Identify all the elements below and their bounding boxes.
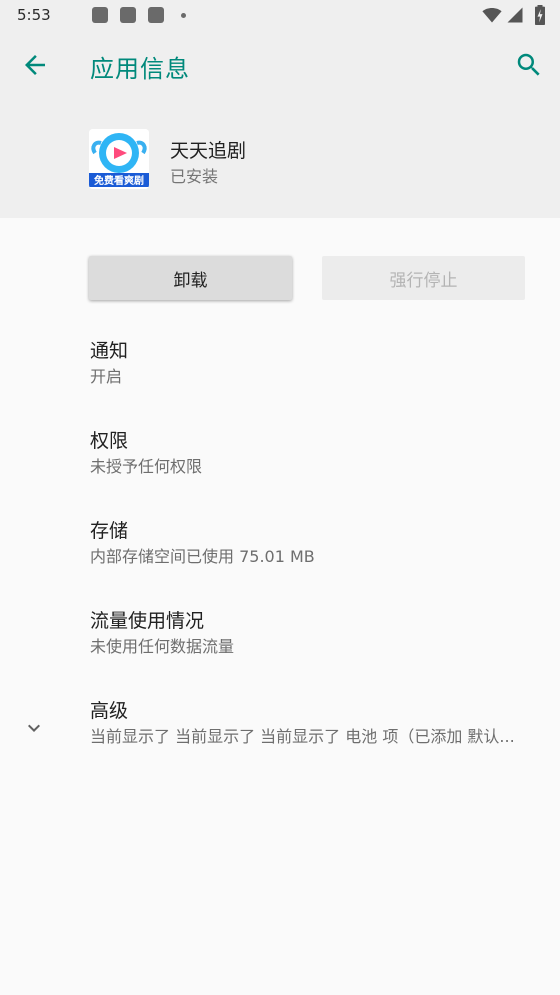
pref-title: 通知 bbox=[90, 340, 129, 362]
pref-storage[interactable]: 存储 内部存储空间已使用 75.01 MB bbox=[0, 516, 560, 596]
pref-data-usage[interactable]: 流量使用情况 未使用任何数据流量 bbox=[0, 606, 560, 686]
signal-icon bbox=[507, 7, 523, 23]
pref-notifications[interactable]: 通知 开启 bbox=[0, 336, 560, 416]
notification-icon bbox=[92, 7, 108, 23]
chevron-down-icon[interactable] bbox=[22, 716, 46, 740]
more-notifications-icon bbox=[181, 13, 186, 18]
status-time: 5:53 bbox=[17, 6, 51, 24]
page-title: 应用信息 bbox=[90, 55, 190, 83]
app-bar: 应用信息 bbox=[0, 30, 560, 102]
pref-summary: 未使用任何数据流量 bbox=[90, 637, 235, 656]
notification-icon bbox=[148, 7, 164, 23]
back-arrow-icon[interactable] bbox=[20, 50, 50, 80]
pref-title: 流量使用情况 bbox=[90, 610, 205, 632]
pref-summary: 未授予任何权限 bbox=[90, 457, 203, 476]
pref-summary: 开启 bbox=[90, 367, 123, 386]
app-icon-banner: 免费看爽剧 bbox=[94, 174, 144, 187]
search-icon[interactable] bbox=[514, 50, 544, 80]
pref-summary: 当前显示了 当前显示了 当前显示了 电池 项（已添加 默认... bbox=[90, 727, 515, 746]
force-stop-button: 强行停止 bbox=[322, 256, 525, 300]
notification-icon bbox=[120, 7, 136, 23]
pref-permissions[interactable]: 权限 未授予任何权限 bbox=[0, 426, 560, 506]
app-header: 免费看爽剧 天天追剧 已安装 bbox=[0, 102, 560, 218]
pref-title: 高级 bbox=[90, 700, 129, 722]
status-bar: 5:53 bbox=[0, 0, 560, 30]
app-logo-icon: 免费看爽剧 bbox=[89, 129, 149, 189]
pref-title: 存储 bbox=[90, 520, 129, 542]
app-icon: 免费看爽剧 bbox=[89, 129, 149, 189]
app-name: 天天追剧 bbox=[170, 140, 247, 162]
pref-advanced[interactable]: 高级 当前显示了 当前显示了 当前显示了 电池 项（已添加 默认... bbox=[0, 696, 560, 776]
uninstall-button[interactable]: 卸载 bbox=[89, 256, 292, 300]
pref-summary: 内部存储空间已使用 75.01 MB bbox=[90, 547, 315, 566]
pref-title: 权限 bbox=[90, 430, 129, 452]
battery-icon bbox=[535, 5, 545, 25]
wifi-icon bbox=[482, 8, 502, 23]
app-install-status: 已安装 bbox=[170, 167, 219, 186]
